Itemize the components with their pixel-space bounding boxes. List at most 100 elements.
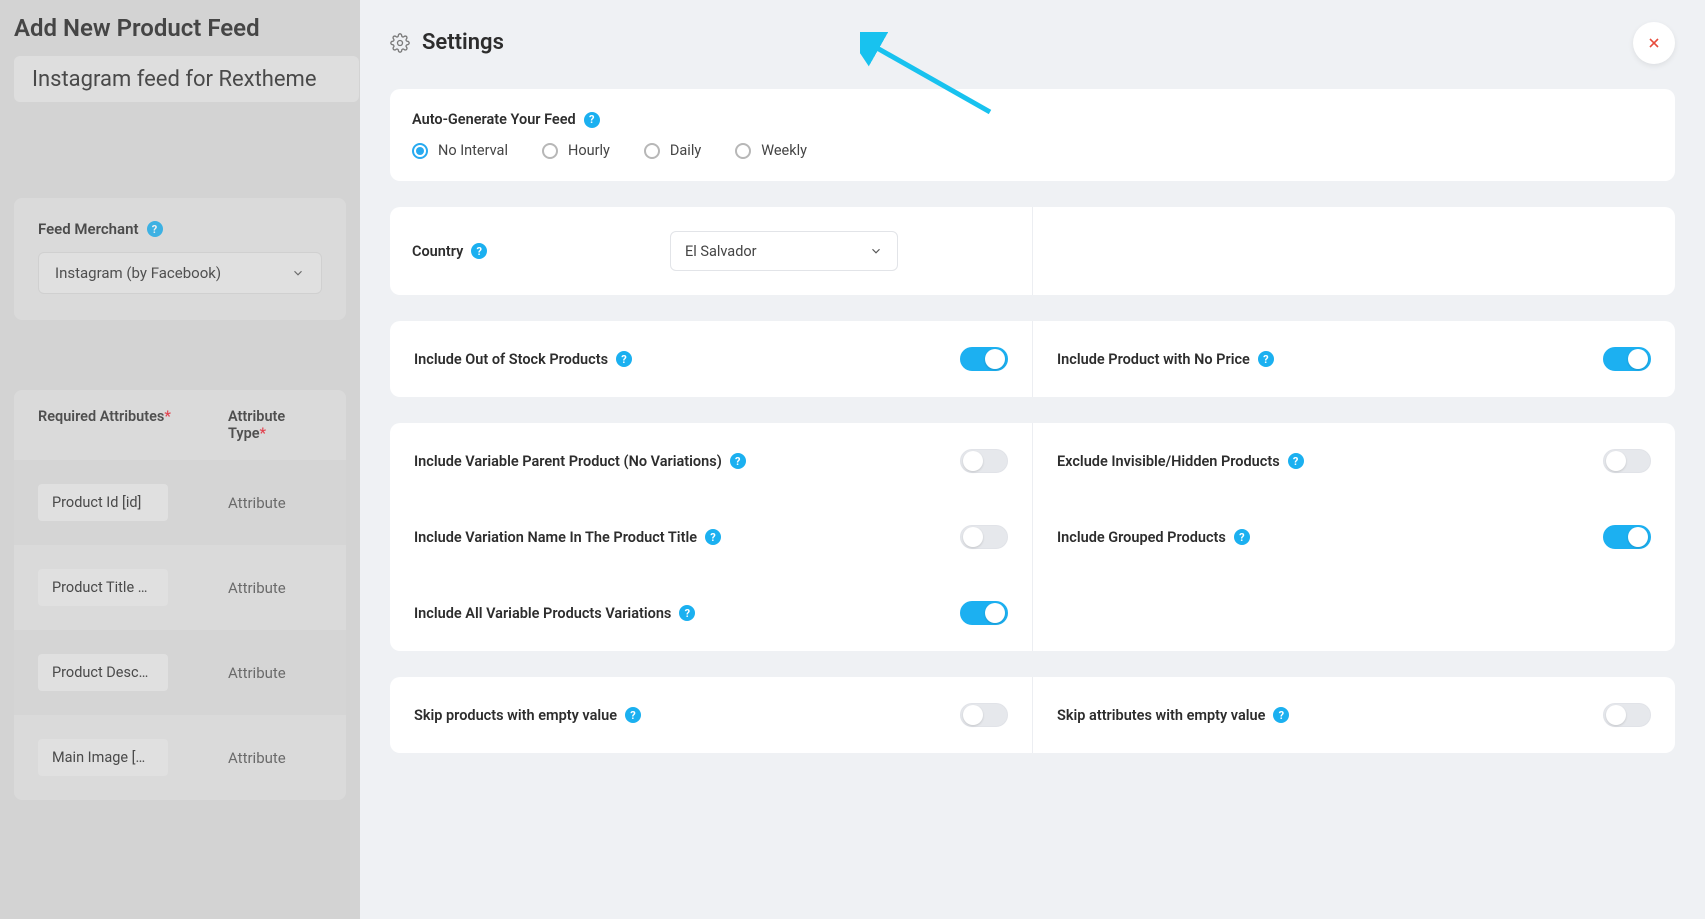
help-icon[interactable]: ?: [1234, 529, 1250, 545]
attribute-type: Attribute: [228, 494, 286, 512]
country-label: Country: [412, 243, 463, 260]
country-left: Country ? El Salvador: [390, 207, 1033, 295]
attribute-type: Attribute: [228, 579, 286, 597]
gear-icon: [390, 33, 410, 53]
required-star: *: [260, 425, 267, 442]
modal-header: Settings: [360, 0, 1705, 83]
autogen-card: Auto-Generate Your Feed ? No Interval Hou…: [390, 89, 1675, 181]
toggle-switch[interactable]: [1603, 449, 1651, 473]
setting-label-text: Include Product with No Price: [1057, 351, 1250, 368]
attribute-chip[interactable]: Product Title …: [38, 569, 168, 606]
help-icon[interactable]: ?: [616, 351, 632, 367]
toggle-switch[interactable]: [960, 449, 1008, 473]
radio-label: Hourly: [568, 142, 610, 159]
country-value: El Salvador: [685, 243, 757, 260]
attr-type-header: Attribute Type: [228, 408, 285, 442]
chevron-down-icon: [869, 244, 883, 258]
close-icon: [1646, 35, 1662, 51]
toggle-switch[interactable]: [960, 525, 1008, 549]
help-icon[interactable]: ?: [1258, 351, 1274, 367]
setting-label-text: Include Grouped Products: [1057, 529, 1226, 546]
setting-label: Include All Variable Products Variations…: [414, 605, 695, 622]
setting-label-text: Skip attributes with empty value: [1057, 707, 1265, 724]
setting-label: Include Variation Name In The Product Ti…: [414, 529, 721, 546]
feed-merchant-label-text: Feed Merchant: [38, 220, 139, 238]
radio-weekly[interactable]: Weekly: [735, 142, 807, 159]
toggle-switch[interactable]: [960, 601, 1008, 625]
settings-col-right: Skip attributes with empty value?: [1033, 677, 1675, 753]
radio-label: No Interval: [438, 142, 508, 159]
modal-title: Settings: [422, 30, 504, 55]
toggle-knob: [963, 451, 983, 471]
setting-label-text: Include Variation Name In The Product Ti…: [414, 529, 697, 546]
setting-label: Skip attributes with empty value?: [1057, 707, 1289, 724]
toggle-switch[interactable]: [960, 703, 1008, 727]
attribute-chip[interactable]: Product Desc…: [38, 654, 168, 691]
toggle-switch[interactable]: [960, 347, 1008, 371]
autogen-label: Auto-Generate Your Feed ?: [412, 111, 1653, 128]
toggle-knob: [985, 603, 1005, 623]
toggle-knob: [963, 705, 983, 725]
radio-label: Daily: [670, 142, 701, 159]
radio-dot: [542, 143, 558, 159]
help-icon[interactable]: ?: [730, 453, 746, 469]
help-icon[interactable]: ?: [147, 221, 163, 237]
setting-label-text: Skip products with empty value: [414, 707, 617, 724]
attribute-row: Main Image […Attribute: [14, 715, 346, 800]
help-icon[interactable]: ?: [584, 112, 600, 128]
help-icon[interactable]: ?: [625, 707, 641, 723]
help-icon[interactable]: ?: [471, 243, 487, 259]
toggle-switch[interactable]: [1603, 525, 1651, 549]
setting-label-text: Exclude Invisible/Hidden Products: [1057, 453, 1280, 470]
app-root: Add New Product Feed Feed Merchant ? Ins…: [0, 0, 1705, 919]
attribute-row: Product Desc…Attribute: [14, 630, 346, 715]
setting-label: Exclude Invisible/Hidden Products?: [1057, 453, 1304, 470]
setting-label: Include Out of Stock Products?: [414, 351, 632, 368]
attribute-row: Product Title … Attribute: [14, 545, 346, 630]
country-select[interactable]: El Salvador: [670, 231, 898, 271]
settings-modal: Settings Auto-Generate Your Feed ? No In…: [360, 0, 1705, 919]
toggle-switch[interactable]: [1603, 703, 1651, 727]
radio-no-interval[interactable]: No Interval: [412, 142, 508, 159]
setting-row: Include Variation Name In The Product Ti…: [390, 499, 1032, 575]
help-icon[interactable]: ?: [1288, 453, 1304, 469]
setting-row: Skip attributes with empty value?: [1033, 677, 1675, 753]
settings-group: Include Out of Stock Products?Include Pr…: [390, 321, 1675, 397]
setting-row: Include Variable Parent Product (No Vari…: [390, 423, 1032, 499]
help-icon[interactable]: ?: [705, 529, 721, 545]
settings-body: Auto-Generate Your Feed ? No Interval Hou…: [360, 83, 1705, 809]
setting-row: Include Product with No Price?: [1033, 321, 1675, 397]
setting-row: Exclude Invisible/Hidden Products?: [1033, 423, 1675, 499]
radio-daily[interactable]: Daily: [644, 142, 701, 159]
close-button[interactable]: [1633, 22, 1675, 64]
settings-col-left: Include Variable Parent Product (No Vari…: [390, 423, 1033, 651]
feed-merchant-label: Feed Merchant ?: [38, 220, 322, 238]
attribute-chip[interactable]: Product Id [id]: [38, 484, 168, 521]
feed-merchant-value: Instagram (by Facebook): [55, 264, 221, 282]
setting-label: Include Product with No Price?: [1057, 351, 1274, 368]
setting-label-text: Include Variable Parent Product (No Vari…: [414, 453, 722, 470]
radio-dot: [735, 143, 751, 159]
setting-row: Include All Variable Products Variations…: [390, 575, 1032, 651]
attributes-header: Required Attributes* Attribute Type*: [14, 390, 346, 460]
attribute-row: Product Id [id] Attribute: [14, 460, 346, 545]
toggle-switch[interactable]: [1603, 347, 1651, 371]
settings-group: Skip products with empty value?Skip attr…: [390, 677, 1675, 753]
toggle-knob: [1606, 705, 1626, 725]
required-star: *: [164, 408, 171, 425]
setting-label: Skip products with empty value?: [414, 707, 641, 724]
feed-name-input[interactable]: [14, 56, 359, 102]
toggle-knob: [1628, 349, 1648, 369]
toggle-knob: [985, 349, 1005, 369]
setting-row: Include Out of Stock Products?: [390, 321, 1032, 397]
setting-label-text: Include Out of Stock Products: [414, 351, 608, 368]
radio-hourly[interactable]: Hourly: [542, 142, 610, 159]
feed-merchant-select[interactable]: Instagram (by Facebook): [38, 252, 322, 294]
attributes-card: Required Attributes* Attribute Type* Pro…: [14, 390, 346, 800]
help-icon[interactable]: ?: [1273, 707, 1289, 723]
attribute-chip[interactable]: Main Image […: [38, 739, 168, 776]
radio-label: Weekly: [761, 142, 807, 159]
help-icon[interactable]: ?: [679, 605, 695, 621]
required-attrs-header: Required Attributes: [38, 408, 164, 425]
setting-label-text: Include All Variable Products Variations: [414, 605, 671, 622]
